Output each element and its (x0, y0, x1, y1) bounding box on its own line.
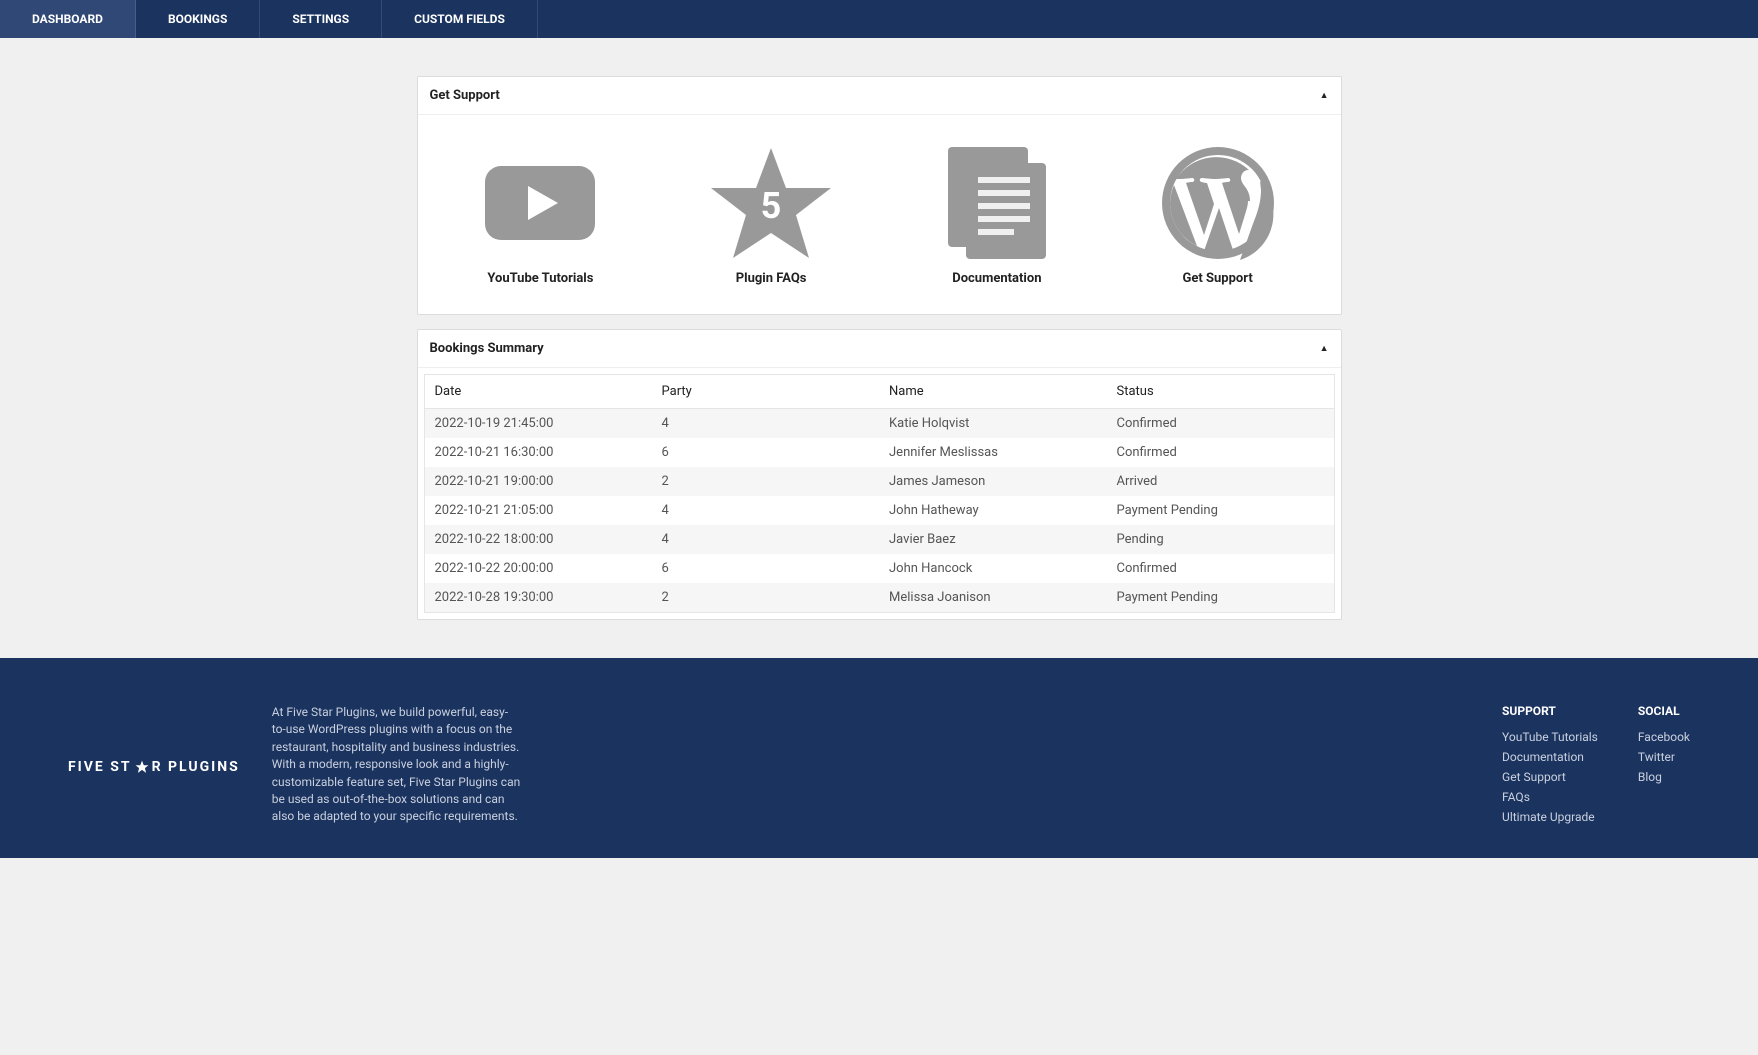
support-item-label: Plugin FAQs (736, 271, 807, 286)
cell-date: 2022-10-19 21:45:00 (424, 409, 652, 439)
table-row: 2022-10-21 19:00:002James JamesonArrived (424, 467, 1334, 496)
cell-party: 2 (652, 467, 880, 496)
tab-custom-fields[interactable]: CUSTOM FIELDS (382, 0, 538, 38)
footer-link-facebook[interactable]: Facebook (1638, 730, 1690, 744)
cell-name: Katie Holqvist (879, 409, 1107, 439)
bookings-panel-header[interactable]: Bookings Summary ▲ (418, 330, 1341, 368)
top-nav: DASHBOARD BOOKINGS SETTINGS CUSTOM FIELD… (0, 0, 1758, 38)
footer-link-twitter[interactable]: Twitter (1638, 750, 1690, 764)
footer-support-title: SUPPORT (1502, 704, 1598, 718)
star-icon (135, 760, 149, 774)
footer-link-faqs[interactable]: FAQs (1502, 790, 1598, 804)
table-row: 2022-10-19 21:45:004Katie HolqvistConfir… (424, 409, 1334, 439)
support-item-label: YouTube Tutorials (487, 271, 593, 286)
table-row: 2022-10-22 20:00:006John HancockConfirme… (424, 554, 1334, 583)
support-item-label: Get Support (1183, 271, 1253, 286)
cell-party: 6 (652, 438, 880, 467)
cell-name: Melissa Joanison (879, 583, 1107, 613)
support-faqs[interactable]: 5 Plugin FAQs (706, 143, 836, 286)
cell-status: Confirmed (1107, 409, 1335, 439)
cell-date: 2022-10-22 20:00:00 (424, 554, 652, 583)
youtube-icon (480, 143, 600, 263)
cell-party: 4 (652, 496, 880, 525)
support-get-support[interactable]: Get Support (1158, 143, 1278, 286)
bookings-table: Date Party Name Status 2022-10-19 21:45:… (424, 374, 1335, 613)
footer-logo: FIVE ST R PLUGINS (68, 704, 240, 830)
footer-logo-post: R PLUGINS (152, 759, 240, 775)
document-icon (942, 143, 1052, 263)
star-5-icon: 5 (706, 143, 836, 263)
table-row: 2022-10-21 16:30:006Jennifer MeslissasCo… (424, 438, 1334, 467)
support-panel: Get Support ▲ YouTube Tutorials 5 Plugin… (417, 76, 1342, 315)
cell-date: 2022-10-21 21:05:00 (424, 496, 652, 525)
footer-social-title: SOCIAL (1638, 704, 1690, 718)
table-row: 2022-10-28 19:30:002Melissa JoanisonPaym… (424, 583, 1334, 613)
support-panel-header[interactable]: Get Support ▲ (418, 77, 1341, 115)
footer-link-documentation[interactable]: Documentation (1502, 750, 1598, 764)
tab-bookings[interactable]: BOOKINGS (136, 0, 260, 38)
cell-name: Javier Baez (879, 525, 1107, 554)
tab-dashboard[interactable]: DASHBOARD (0, 0, 136, 38)
cell-status: Confirmed (1107, 554, 1335, 583)
col-party: Party (652, 375, 880, 409)
cell-status: Confirmed (1107, 438, 1335, 467)
footer-logo-pre: FIVE ST (68, 759, 132, 775)
col-date: Date (424, 375, 652, 409)
collapse-icon: ▲ (1320, 90, 1329, 101)
footer-link-youtube[interactable]: YouTube Tutorials (1502, 730, 1598, 744)
tab-settings[interactable]: SETTINGS (260, 0, 382, 38)
footer-about: At Five Star Plugins, we build powerful,… (272, 704, 522, 830)
cell-date: 2022-10-21 19:00:00 (424, 467, 652, 496)
cell-name: John Hatheway (879, 496, 1107, 525)
support-youtube[interactable]: YouTube Tutorials (480, 143, 600, 286)
cell-party: 4 (652, 525, 880, 554)
footer-link-blog[interactable]: Blog (1638, 770, 1690, 784)
table-row: 2022-10-22 18:00:004Javier BaezPending (424, 525, 1334, 554)
support-item-label: Documentation (952, 271, 1041, 286)
cell-name: John Hancock (879, 554, 1107, 583)
footer-link-get-support[interactable]: Get Support (1502, 770, 1598, 784)
table-row: 2022-10-21 21:05:004John HathewayPayment… (424, 496, 1334, 525)
bookings-panel: Bookings Summary ▲ Date Party Name Statu… (417, 329, 1342, 620)
cell-party: 6 (652, 554, 880, 583)
bookings-panel-title: Bookings Summary (430, 341, 544, 356)
svg-text:5: 5 (761, 185, 782, 227)
cell-status: Arrived (1107, 467, 1335, 496)
cell-date: 2022-10-28 19:30:00 (424, 583, 652, 613)
cell-party: 2 (652, 583, 880, 613)
collapse-icon: ▲ (1320, 343, 1329, 354)
support-documentation[interactable]: Documentation (942, 143, 1052, 286)
cell-date: 2022-10-22 18:00:00 (424, 525, 652, 554)
cell-status: Payment Pending (1107, 583, 1335, 613)
col-name: Name (879, 375, 1107, 409)
table-header-row: Date Party Name Status (424, 375, 1334, 409)
wordpress-icon (1158, 143, 1278, 263)
col-status: Status (1107, 375, 1335, 409)
cell-status: Payment Pending (1107, 496, 1335, 525)
cell-name: James Jameson (879, 467, 1107, 496)
footer: FIVE ST R PLUGINS At Five Star Plugins, … (0, 658, 1758, 858)
footer-link-ultimate[interactable]: Ultimate Upgrade (1502, 810, 1598, 824)
cell-party: 4 (652, 409, 880, 439)
cell-status: Pending (1107, 525, 1335, 554)
support-panel-title: Get Support (430, 88, 500, 103)
cell-date: 2022-10-21 16:30:00 (424, 438, 652, 467)
footer-social-col: SOCIAL Facebook Twitter Blog (1638, 704, 1690, 830)
cell-name: Jennifer Meslissas (879, 438, 1107, 467)
footer-support-col: SUPPORT YouTube Tutorials Documentation … (1502, 704, 1598, 830)
